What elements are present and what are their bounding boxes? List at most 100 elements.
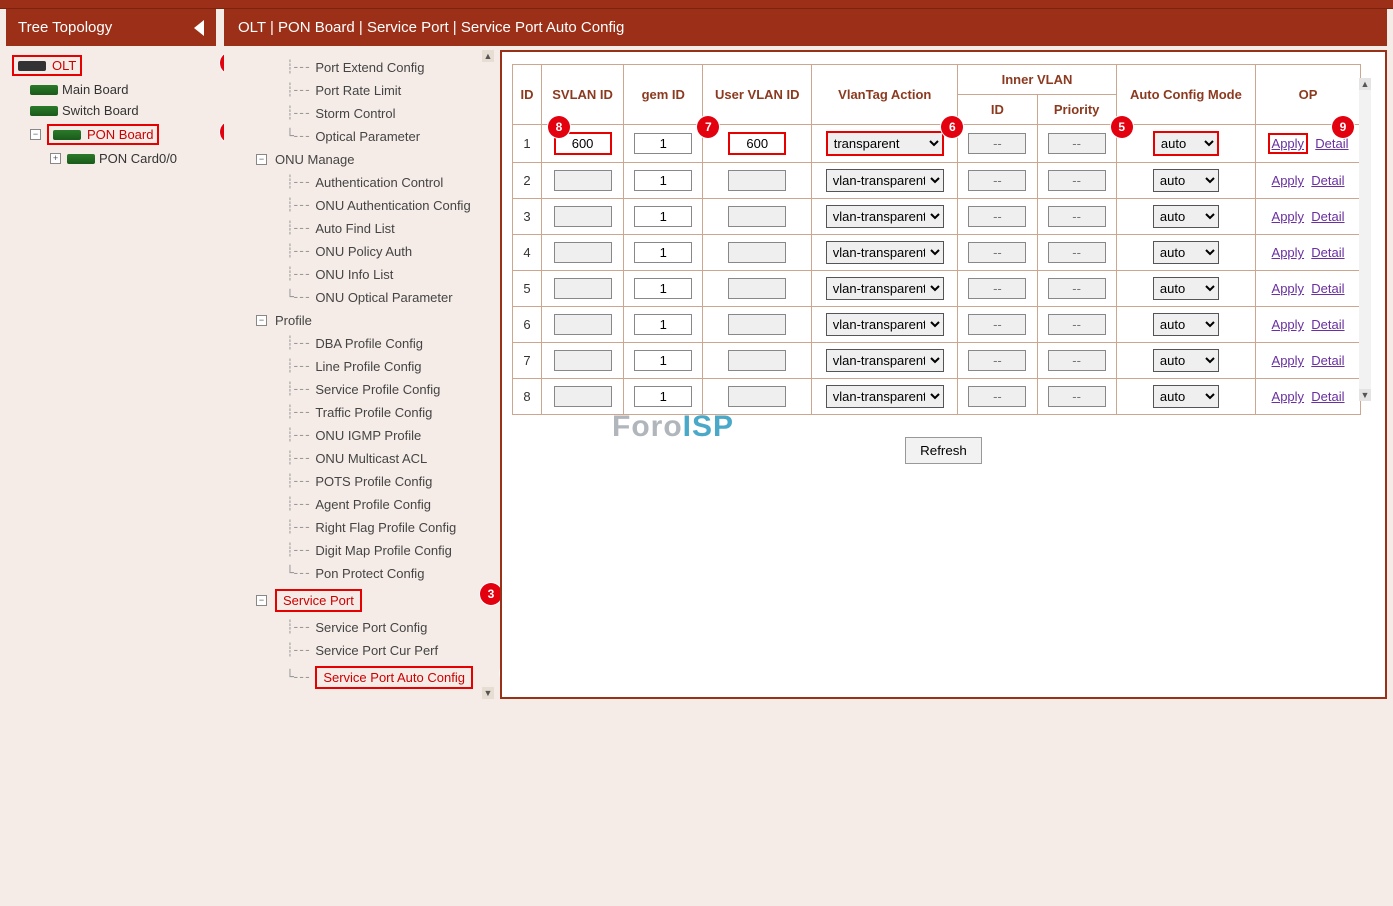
user-vlan-input[interactable] bbox=[728, 350, 786, 371]
nav-group-onu-manage[interactable]: −ONU Manage bbox=[256, 148, 492, 171]
gem-input[interactable] bbox=[634, 278, 692, 299]
svlan-input[interactable] bbox=[554, 206, 612, 227]
svlan-input[interactable] bbox=[554, 314, 612, 335]
device-icon bbox=[18, 61, 46, 71]
gem-input[interactable] bbox=[634, 386, 692, 407]
nav-item[interactable]: ┊---ONU Authentication Config bbox=[286, 194, 492, 217]
nav-item[interactable]: ┊---ONU IGMP Profile bbox=[286, 424, 492, 447]
detail-link[interactable]: Detail bbox=[1311, 281, 1344, 296]
user-vlan-input[interactable] bbox=[728, 242, 786, 263]
auto-config-mode-select[interactable]: auto bbox=[1153, 385, 1219, 408]
nav-item[interactable]: ┊---Digit Map Profile Config bbox=[286, 539, 492, 562]
tree-node-main-board[interactable]: Main Board bbox=[28, 79, 212, 100]
user-vlan-input[interactable] bbox=[728, 170, 786, 191]
vlantag-action-select[interactable]: vlan-transparent bbox=[826, 241, 944, 264]
nav-group-service-port[interactable]: − Service Port 3 bbox=[256, 585, 492, 616]
svlan-input[interactable] bbox=[554, 386, 612, 407]
nav-item[interactable]: ┊---Right Flag Profile Config bbox=[286, 516, 492, 539]
nav-item[interactable]: ┊---Auto Find List bbox=[286, 217, 492, 240]
user-vlan-input[interactable] bbox=[728, 314, 786, 335]
apply-link[interactable]: Apply bbox=[1272, 353, 1305, 368]
nav-item[interactable]: ┊---Storm Control bbox=[286, 102, 492, 125]
auto-config-mode-select[interactable]: auto bbox=[1153, 205, 1219, 228]
gem-input[interactable] bbox=[634, 350, 692, 371]
vlantag-action-select[interactable]: vlan-transparent bbox=[826, 313, 944, 336]
user-vlan-input[interactable] bbox=[728, 278, 786, 299]
vlantag-action-select[interactable]: vlan-transparent bbox=[826, 349, 944, 372]
auto-config-mode-select[interactable]: auto bbox=[1153, 169, 1219, 192]
nav-item[interactable]: ┊---ONU Info List bbox=[286, 263, 492, 286]
table-scrollbar[interactable]: ▲ ▼ bbox=[1359, 78, 1371, 401]
detail-link[interactable]: Detail bbox=[1311, 353, 1344, 368]
detail-link[interactable]: Detail bbox=[1311, 173, 1344, 188]
scroll-down-icon[interactable]: ▼ bbox=[482, 687, 494, 699]
nav-item-service-port-auto-config[interactable]: └--- Service Port Auto Config 4 bbox=[286, 662, 492, 693]
tree-node-pon-card[interactable]: + PON Card0/0 bbox=[48, 148, 212, 169]
nav-item[interactable]: ┊---Traffic Profile Config bbox=[286, 401, 492, 424]
vlantag-action-select[interactable]: vlan-transparent bbox=[826, 169, 944, 192]
nav-item[interactable]: ┊---POTS Profile Config bbox=[286, 470, 492, 493]
nav-item[interactable]: ┊---Service Port Cur Perf bbox=[286, 639, 492, 662]
scroll-up-icon[interactable]: ▲ bbox=[1359, 78, 1371, 90]
apply-link[interactable]: Apply bbox=[1272, 173, 1305, 188]
nav-item[interactable]: └---ONU Optical Parameter bbox=[286, 286, 492, 309]
apply-link[interactable]: Apply bbox=[1272, 209, 1305, 224]
gem-input[interactable] bbox=[634, 314, 692, 335]
detail-link[interactable]: Detail bbox=[1311, 209, 1344, 224]
user-vlan-input[interactable] bbox=[728, 206, 786, 227]
svlan-input[interactable] bbox=[554, 242, 612, 263]
nav-item[interactable]: ┊---ONU Policy Auth bbox=[286, 240, 492, 263]
auto-config-mode-select[interactable]: auto bbox=[1153, 241, 1219, 264]
expand-toggle[interactable]: − bbox=[256, 315, 267, 326]
nav-item[interactable]: ┊---Port Rate Limit bbox=[286, 79, 492, 102]
nav-item[interactable]: ┊---Authentication Control bbox=[286, 171, 492, 194]
nav-item[interactable]: ┊---Service Port Config bbox=[286, 616, 492, 639]
apply-link[interactable]: Apply bbox=[1272, 281, 1305, 296]
scroll-up-icon[interactable]: ▲ bbox=[482, 50, 494, 62]
nav-group-profile[interactable]: −Profile bbox=[256, 309, 492, 332]
user-vlan-input[interactable] bbox=[728, 132, 786, 155]
svlan-input[interactable] bbox=[554, 170, 612, 191]
nav-item[interactable]: ┊---ONU Multicast ACL bbox=[286, 447, 492, 470]
nav-item[interactable]: ┊---Port Extend Config bbox=[286, 56, 492, 79]
expand-toggle[interactable]: − bbox=[256, 154, 267, 165]
expand-toggle[interactable]: + bbox=[50, 153, 61, 164]
svlan-input[interactable] bbox=[554, 350, 612, 371]
tree-node-pon-board[interactable]: − PON Board 2 bbox=[28, 121, 212, 148]
expand-toggle[interactable]: − bbox=[256, 595, 267, 606]
apply-link[interactable]: Apply bbox=[1272, 389, 1305, 404]
tree-node-switch-board[interactable]: Switch Board bbox=[28, 100, 212, 121]
expand-toggle[interactable]: − bbox=[30, 129, 41, 140]
tree-node-olt[interactable]: OLT 1 bbox=[10, 52, 212, 79]
gem-input[interactable] bbox=[634, 206, 692, 227]
nav-item[interactable]: ┊---DBA Profile Config bbox=[286, 332, 492, 355]
nav-item[interactable]: └---Optical Parameter bbox=[286, 125, 492, 148]
detail-link[interactable]: Detail bbox=[1311, 245, 1344, 260]
user-vlan-input[interactable] bbox=[728, 386, 786, 407]
vlantag-action-select[interactable]: vlan-transparent bbox=[826, 205, 944, 228]
vlantag-action-select[interactable]: transparent bbox=[826, 131, 944, 156]
collapse-left-icon[interactable] bbox=[194, 20, 204, 36]
gem-input[interactable] bbox=[634, 242, 692, 263]
apply-link[interactable]: Apply bbox=[1272, 317, 1305, 332]
apply-link[interactable]: Apply bbox=[1268, 133, 1309, 154]
gem-input[interactable] bbox=[634, 133, 692, 154]
auto-config-mode-select[interactable]: auto bbox=[1153, 313, 1219, 336]
vlantag-action-select[interactable]: vlan-transparent bbox=[826, 277, 944, 300]
apply-link[interactable]: Apply bbox=[1272, 245, 1305, 260]
detail-link[interactable]: Detail bbox=[1311, 389, 1344, 404]
refresh-button[interactable]: Refresh bbox=[905, 437, 982, 464]
detail-link[interactable]: Detail bbox=[1315, 136, 1348, 151]
auto-config-mode-select[interactable]: auto bbox=[1153, 131, 1219, 156]
gem-input[interactable] bbox=[634, 170, 692, 191]
nav-item[interactable]: ┊---Line Profile Config bbox=[286, 355, 492, 378]
detail-link[interactable]: Detail bbox=[1311, 317, 1344, 332]
nav-item[interactable]: ┊---Service Profile Config bbox=[286, 378, 492, 401]
auto-config-mode-select[interactable]: auto bbox=[1153, 349, 1219, 372]
vlantag-action-select[interactable]: vlan-transparent bbox=[826, 385, 944, 408]
auto-config-mode-select[interactable]: auto bbox=[1153, 277, 1219, 300]
svlan-input[interactable] bbox=[554, 278, 612, 299]
scroll-down-icon[interactable]: ▼ bbox=[1359, 389, 1371, 401]
nav-item[interactable]: └---Pon Protect Config bbox=[286, 562, 492, 585]
nav-item[interactable]: ┊---Agent Profile Config bbox=[286, 493, 492, 516]
